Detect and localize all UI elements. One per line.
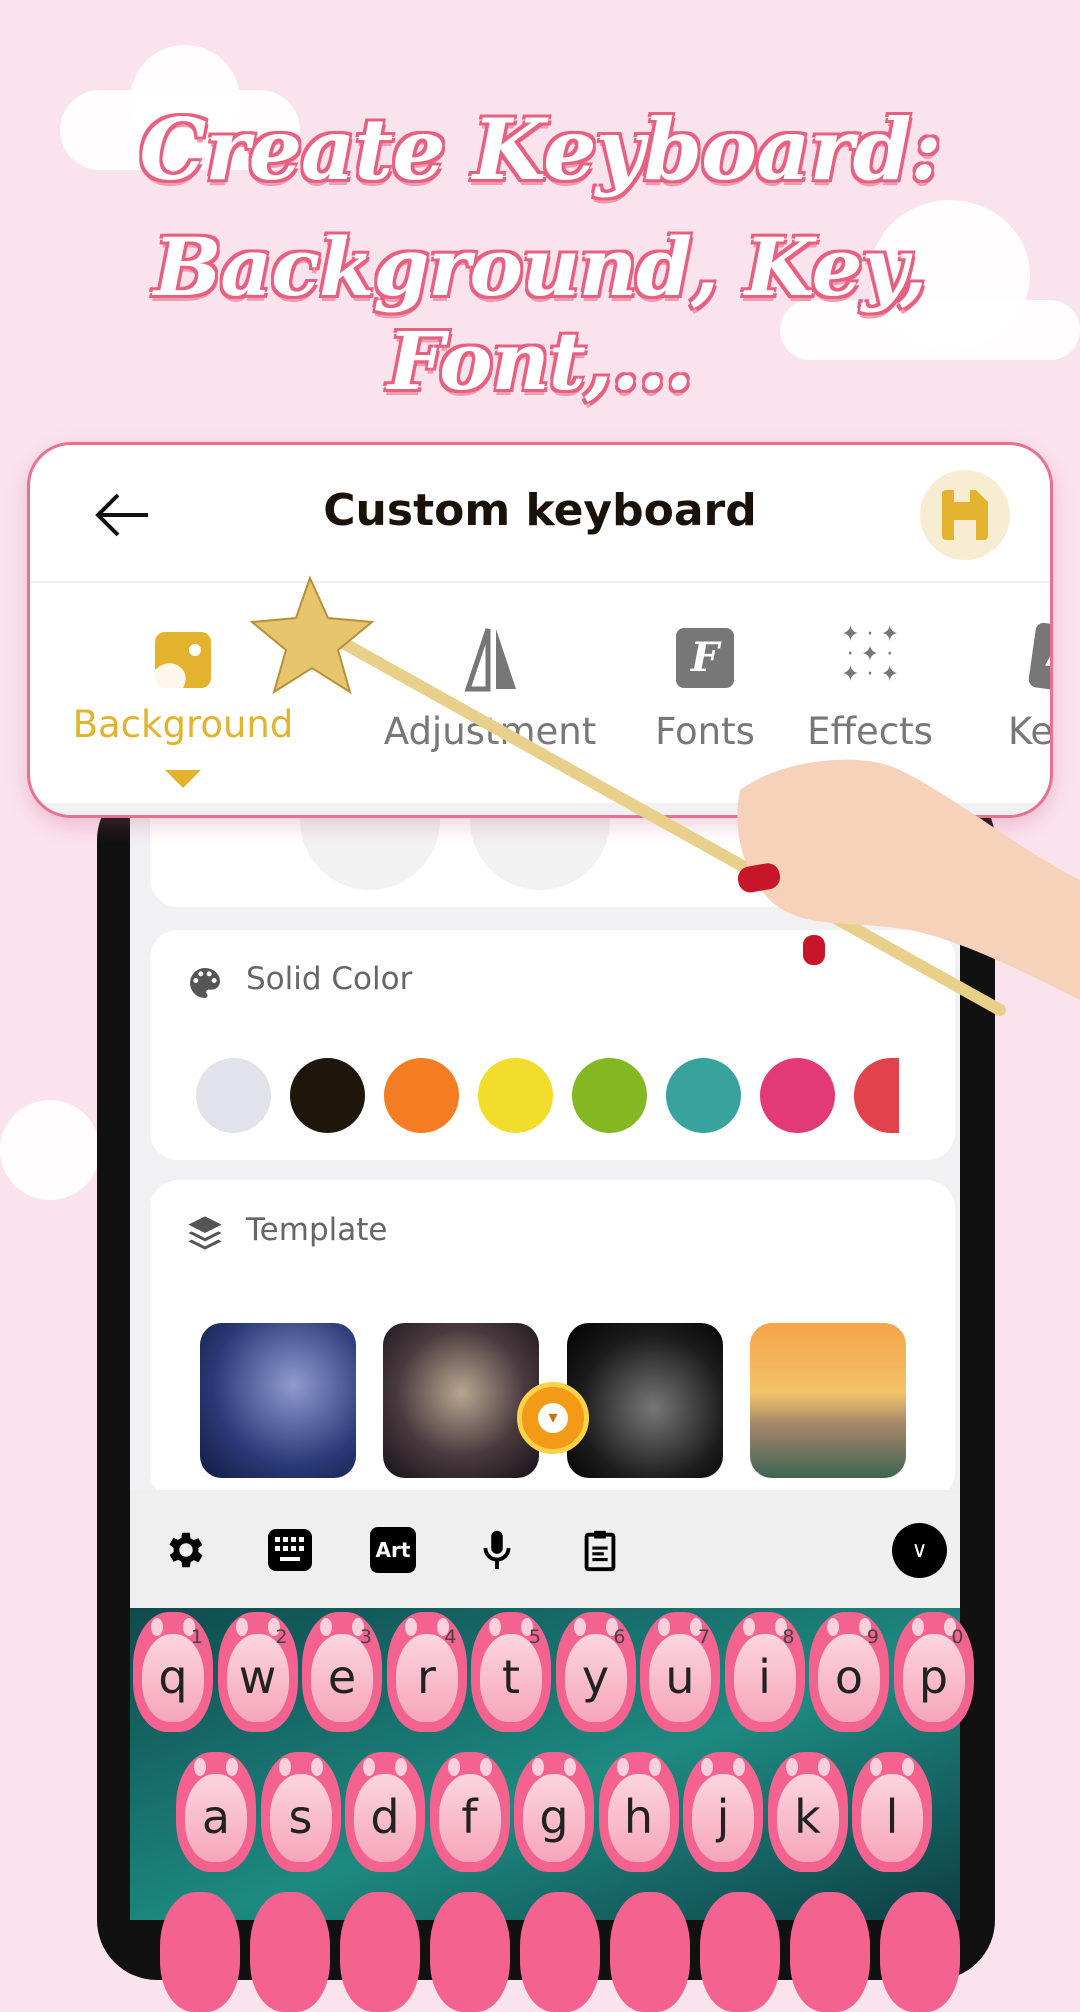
- layers-icon: [188, 1216, 222, 1250]
- solid-color-title: Solid Color: [246, 961, 413, 997]
- key-row3[interactable]: [520, 1892, 600, 2012]
- key-s[interactable]: s: [260, 1752, 341, 1872]
- active-tab-indicator: [165, 770, 201, 788]
- keys-icon: A: [1027, 621, 1050, 694]
- microphone-icon[interactable]: [474, 1527, 520, 1573]
- key-i[interactable]: 8i: [724, 1612, 805, 1732]
- custom-keyboard-panel: Custom keyboard Background Adjustment F …: [27, 442, 1053, 818]
- key-g[interactable]: g: [514, 1752, 594, 1872]
- color-swatch[interactable]: [572, 1058, 647, 1133]
- divider: [30, 581, 1050, 583]
- key-r[interactable]: 4r: [386, 1612, 467, 1732]
- template-title: Template: [246, 1212, 388, 1248]
- key-p[interactable]: 0p: [893, 1612, 974, 1732]
- key-row3[interactable]: [880, 1892, 960, 2012]
- color-swatch[interactable]: [290, 1058, 365, 1133]
- save-button[interactable]: [920, 470, 1010, 560]
- key-row3[interactable]: [700, 1892, 780, 2012]
- floppy-disk-icon: [942, 490, 988, 540]
- color-swatch[interactable]: [478, 1058, 553, 1133]
- key-o[interactable]: 9o: [809, 1612, 889, 1732]
- settings-icon[interactable]: [163, 1527, 209, 1573]
- font-icon: F: [676, 628, 734, 688]
- keyboard-icon[interactable]: [267, 1527, 313, 1573]
- palette-icon: [190, 968, 220, 998]
- cloud: [0, 1100, 100, 1200]
- art-icon[interactable]: Art: [370, 1527, 416, 1573]
- key-row3[interactable]: [340, 1892, 420, 2012]
- template-thumb-nebula[interactable]: [383, 1323, 539, 1478]
- key-row3[interactable]: [790, 1892, 870, 2012]
- key-w[interactable]: 2w: [217, 1612, 298, 1732]
- key-row3[interactable]: [160, 1892, 240, 2012]
- key-l[interactable]: l: [852, 1752, 932, 1872]
- headline-line-2: Background, Key, Font,...: [153, 220, 927, 408]
- key-row3[interactable]: [250, 1892, 330, 2012]
- key-u[interactable]: 7u: [640, 1612, 720, 1732]
- key-d[interactable]: d: [345, 1752, 425, 1872]
- key-e[interactable]: 3e: [302, 1612, 382, 1732]
- key-y[interactable]: 6y: [555, 1612, 636, 1732]
- template-thumb-sunset[interactable]: [750, 1323, 906, 1478]
- key-f[interactable]: f: [429, 1752, 510, 1872]
- collapse-keyboard-button[interactable]: ∨: [892, 1523, 947, 1578]
- key-a[interactable]: a: [176, 1752, 256, 1872]
- key-row3[interactable]: [430, 1892, 510, 2012]
- page-title: Custom keyboard: [323, 485, 757, 536]
- image-icon: [155, 632, 211, 688]
- headline-line-1: Create Keyboard:: [139, 100, 941, 199]
- color-swatch[interactable]: [666, 1058, 741, 1133]
- color-swatch[interactable]: [760, 1058, 835, 1133]
- color-swatch[interactable]: [384, 1058, 459, 1133]
- adjust-icon: [464, 628, 516, 692]
- color-swatch[interactable]: [196, 1058, 271, 1133]
- template-thumb-moon[interactable]: [567, 1323, 723, 1478]
- key-q[interactable]: 1q: [133, 1612, 213, 1732]
- key-t[interactable]: 5t: [471, 1612, 551, 1732]
- key-h[interactable]: h: [598, 1752, 679, 1872]
- key-j[interactable]: j: [683, 1752, 763, 1872]
- premium-badge: ▾: [517, 1382, 589, 1454]
- key-k[interactable]: k: [767, 1752, 848, 1872]
- clipboard-icon[interactable]: [577, 1527, 623, 1573]
- sparkles-icon: ✦ · ✦ · ✦ · ✦ · ✦: [841, 622, 899, 687]
- key-row3[interactable]: [610, 1892, 690, 2012]
- keyboard-toolbar: [130, 1490, 960, 1608]
- template-thumb-galaxy[interactable]: [200, 1323, 356, 1478]
